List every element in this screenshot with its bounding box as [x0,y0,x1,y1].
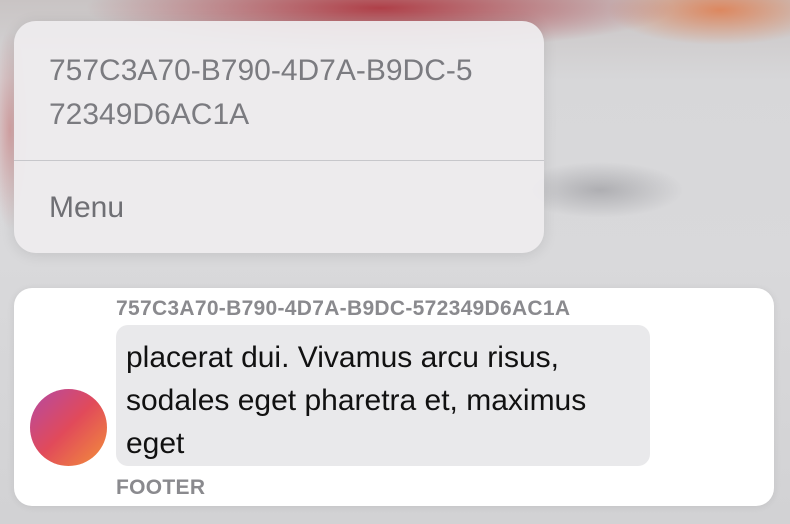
menu-item-menu[interactable]: Menu [14,161,544,253]
message-footer: FOOTER [116,476,206,499]
message-bubble: placerat dui. Vivamus arcu risus, sodale… [116,325,650,466]
message-preview: 757C3A70-B790-4D7A-B9DC-572349D6AC1A pla… [14,288,774,506]
avatar [30,389,107,466]
context-menu: 757C3A70-B790-4D7A-B9DC-572349D6AC1A Men… [14,21,544,253]
sender-name: 757C3A70-B790-4D7A-B9DC-572349D6AC1A [116,297,571,320]
context-menu-title: 757C3A70-B790-4D7A-B9DC-572349D6AC1A [49,54,473,131]
message-text: placerat dui. Vivamus arcu risus, sodale… [126,341,587,460]
menu-item-label: Menu [49,191,125,224]
